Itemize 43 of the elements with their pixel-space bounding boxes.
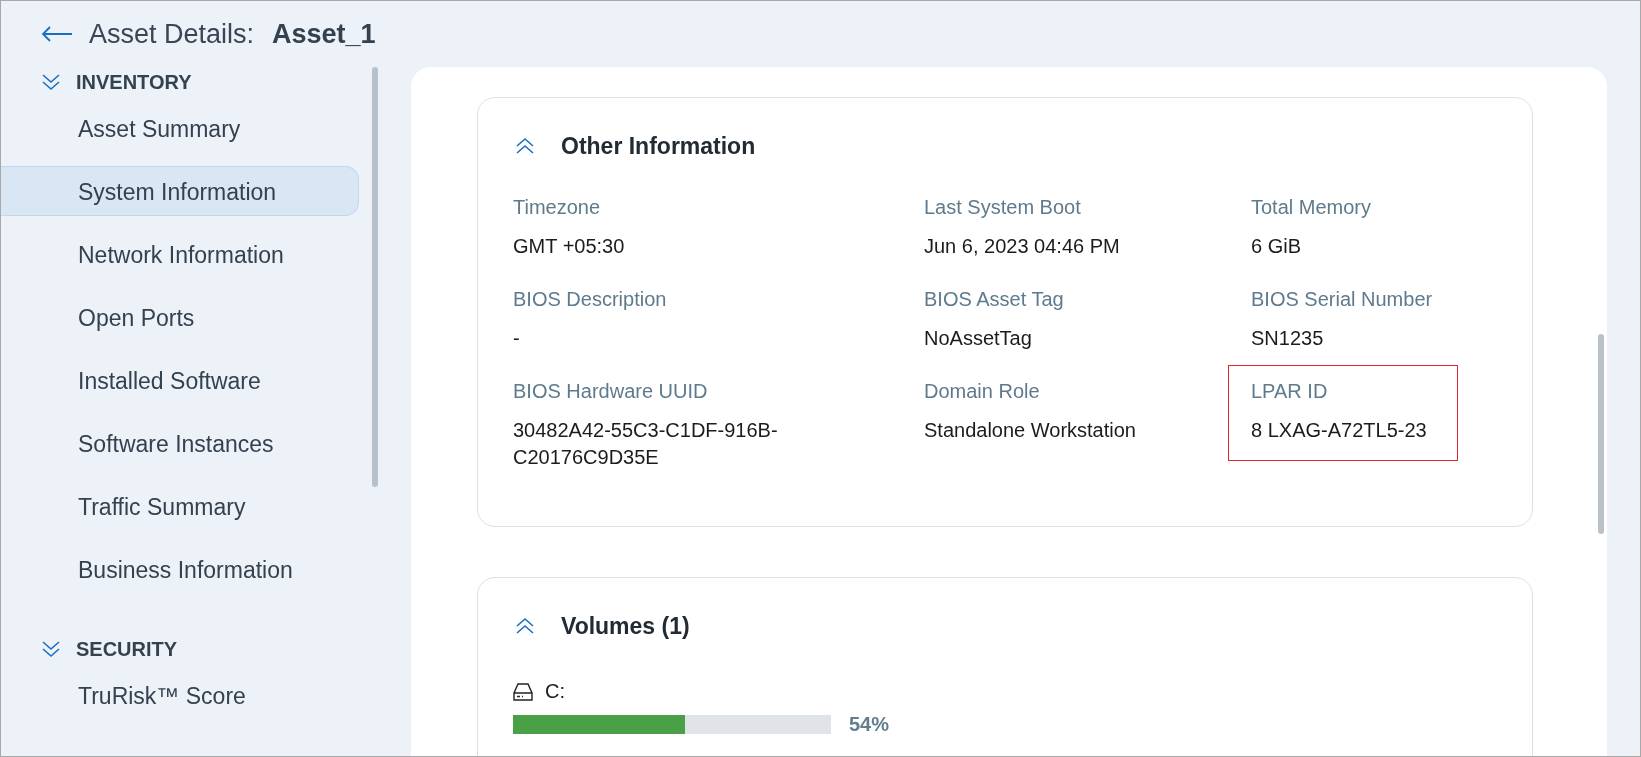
asset-name: Asset_1 [272,18,376,50]
sidebar-item[interactable]: Network Information [1,229,359,279]
chevron-icon[interactable] [41,640,61,658]
volume-name: C: [545,680,565,703]
sidebar-item[interactable]: Asset Summary [1,103,359,153]
sidebar-item[interactable]: TruRisk™ Score [1,670,359,720]
usage-percent: 54% [849,713,890,736]
field-value: 6 GiB [1251,234,1303,259]
field-value: SN1235 [1251,326,1325,351]
sidebar-item[interactable]: Traffic Summary [1,481,359,531]
chevron-icon[interactable] [515,617,535,635]
card-title: Volumes (1) [561,612,690,640]
field-value: NoAssetTag [924,326,1033,351]
field-label: Last System Boot [924,196,1082,219]
field-label: BIOS Asset Tag [924,288,1064,311]
sidebar-item[interactable]: Software Instances [1,418,359,468]
back-arrow-icon[interactable] [41,26,73,42]
field-value: Standalone Workstation [924,418,1136,443]
chevron-icon[interactable] [515,137,535,155]
field-label: LPAR ID [1251,380,1329,403]
page-title: Asset Details: [89,18,255,50]
field-label: Total Memory [1251,196,1372,219]
field-label: BIOS Hardware UUID [513,380,709,403]
section-title: INVENTORY [76,70,192,94]
field-label: Domain Role [924,380,1041,403]
field-value: - [513,326,521,351]
field-value: GMT +05:30 [513,234,625,259]
field-value: 30482A42-55C3-C1DF-916B-C20176C9D35E [513,418,779,470]
chevron-icon[interactable] [41,73,61,91]
field-label: BIOS Serial Number [1251,288,1433,311]
sidebar-item[interactable]: Open Ports [1,292,359,342]
field-label: Timezone [513,196,602,219]
sidebar-item[interactable]: Business Information [1,544,359,594]
card-title: Other Information [561,132,756,160]
field-value: 8 LXAG-A72TL5-23 [1251,418,1427,443]
scrollbar[interactable] [1598,334,1604,534]
sidebar-item[interactable]: System Information [1,166,359,216]
section-title: SECURITY [76,637,178,661]
field-label: BIOS Description [513,288,667,311]
scrollbar[interactable] [372,67,378,487]
field-value: Jun 6, 2023 04:46 PM [924,234,1120,259]
drive-icon [513,682,533,701]
sidebar-item[interactable]: Installed Software [1,355,359,405]
